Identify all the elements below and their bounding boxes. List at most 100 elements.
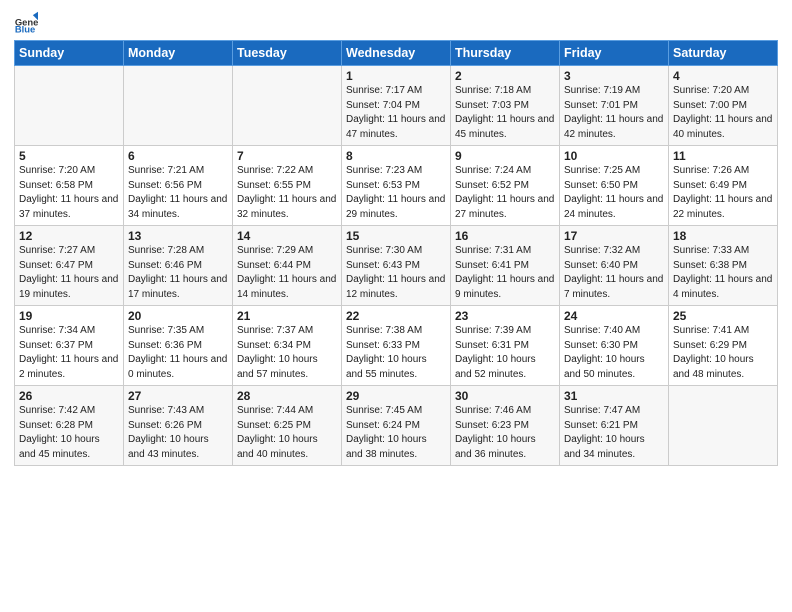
- day-info: Sunrise: 7:19 AMSunset: 7:01 PMDaylight:…: [564, 84, 664, 142]
- day-info: Sunrise: 7:42 AMSunset: 6:28 PMDaylight:…: [19, 404, 119, 462]
- calendar-day-cell: 28Sunrise: 7:44 AMSunset: 6:25 PMDayligh…: [233, 386, 342, 466]
- day-info: Sunrise: 7:43 AMSunset: 6:26 PMDaylight:…: [128, 404, 228, 462]
- calendar-day-cell: 17Sunrise: 7:32 AMSunset: 6:40 PMDayligh…: [560, 226, 669, 306]
- day-number: 31: [564, 389, 664, 403]
- logo: General Blue: [14, 10, 42, 34]
- calendar-day-cell: 7Sunrise: 7:22 AMSunset: 6:55 PMDaylight…: [233, 146, 342, 226]
- calendar-day-cell: 4Sunrise: 7:20 AMSunset: 7:00 PMDaylight…: [669, 66, 778, 146]
- day-info: Sunrise: 7:18 AMSunset: 7:03 PMDaylight:…: [455, 84, 555, 142]
- weekday-header-saturday: Saturday: [669, 41, 778, 66]
- calendar-week-row: 1Sunrise: 7:17 AMSunset: 7:04 PMDaylight…: [15, 66, 778, 146]
- calendar-day-cell: 21Sunrise: 7:37 AMSunset: 6:34 PMDayligh…: [233, 306, 342, 386]
- calendar-day-cell: 19Sunrise: 7:34 AMSunset: 6:37 PMDayligh…: [15, 306, 124, 386]
- day-number: 7: [237, 149, 337, 163]
- calendar-table: SundayMondayTuesdayWednesdayThursdayFrid…: [14, 40, 778, 466]
- calendar-day-cell: 3Sunrise: 7:19 AMSunset: 7:01 PMDaylight…: [560, 66, 669, 146]
- day-info: Sunrise: 7:47 AMSunset: 6:21 PMDaylight:…: [564, 404, 664, 462]
- calendar-day-cell: [124, 66, 233, 146]
- day-info: Sunrise: 7:30 AMSunset: 6:43 PMDaylight:…: [346, 244, 446, 302]
- day-number: 11: [673, 149, 773, 163]
- day-number: 27: [128, 389, 228, 403]
- day-number: 22: [346, 309, 446, 323]
- calendar-day-cell: 30Sunrise: 7:46 AMSunset: 6:23 PMDayligh…: [451, 386, 560, 466]
- day-number: 25: [673, 309, 773, 323]
- day-info: Sunrise: 7:27 AMSunset: 6:47 PMDaylight:…: [19, 244, 119, 302]
- calendar-day-cell: [669, 386, 778, 466]
- day-info: Sunrise: 7:17 AMSunset: 7:04 PMDaylight:…: [346, 84, 446, 142]
- day-info: Sunrise: 7:29 AMSunset: 6:44 PMDaylight:…: [237, 244, 337, 302]
- weekday-header-wednesday: Wednesday: [342, 41, 451, 66]
- weekday-header-sunday: Sunday: [15, 41, 124, 66]
- day-number: 10: [564, 149, 664, 163]
- day-info: Sunrise: 7:24 AMSunset: 6:52 PMDaylight:…: [455, 164, 555, 222]
- calendar-week-row: 12Sunrise: 7:27 AMSunset: 6:47 PMDayligh…: [15, 226, 778, 306]
- day-number: 13: [128, 229, 228, 243]
- day-info: Sunrise: 7:26 AMSunset: 6:49 PMDaylight:…: [673, 164, 773, 222]
- logo-icon: General Blue: [14, 10, 38, 34]
- day-info: Sunrise: 7:38 AMSunset: 6:33 PMDaylight:…: [346, 324, 446, 382]
- day-number: 3: [564, 69, 664, 83]
- calendar-day-cell: 25Sunrise: 7:41 AMSunset: 6:29 PMDayligh…: [669, 306, 778, 386]
- calendar-day-cell: 12Sunrise: 7:27 AMSunset: 6:47 PMDayligh…: [15, 226, 124, 306]
- calendar-day-cell: [233, 66, 342, 146]
- page-container: General Blue SundayMondayTuesdayWednesda…: [0, 0, 792, 474]
- day-info: Sunrise: 7:41 AMSunset: 6:29 PMDaylight:…: [673, 324, 773, 382]
- day-info: Sunrise: 7:39 AMSunset: 6:31 PMDaylight:…: [455, 324, 555, 382]
- calendar-day-cell: 9Sunrise: 7:24 AMSunset: 6:52 PMDaylight…: [451, 146, 560, 226]
- calendar-day-cell: 6Sunrise: 7:21 AMSunset: 6:56 PMDaylight…: [124, 146, 233, 226]
- calendar-day-cell: 18Sunrise: 7:33 AMSunset: 6:38 PMDayligh…: [669, 226, 778, 306]
- day-info: Sunrise: 7:32 AMSunset: 6:40 PMDaylight:…: [564, 244, 664, 302]
- day-number: 19: [19, 309, 119, 323]
- calendar-week-row: 26Sunrise: 7:42 AMSunset: 6:28 PMDayligh…: [15, 386, 778, 466]
- day-info: Sunrise: 7:20 AMSunset: 6:58 PMDaylight:…: [19, 164, 119, 222]
- day-number: 21: [237, 309, 337, 323]
- day-info: Sunrise: 7:40 AMSunset: 6:30 PMDaylight:…: [564, 324, 664, 382]
- calendar-day-cell: 27Sunrise: 7:43 AMSunset: 6:26 PMDayligh…: [124, 386, 233, 466]
- calendar-day-cell: 1Sunrise: 7:17 AMSunset: 7:04 PMDaylight…: [342, 66, 451, 146]
- calendar-day-cell: 2Sunrise: 7:18 AMSunset: 7:03 PMDaylight…: [451, 66, 560, 146]
- calendar-day-cell: 24Sunrise: 7:40 AMSunset: 6:30 PMDayligh…: [560, 306, 669, 386]
- day-number: 2: [455, 69, 555, 83]
- day-info: Sunrise: 7:45 AMSunset: 6:24 PMDaylight:…: [346, 404, 446, 462]
- day-info: Sunrise: 7:44 AMSunset: 6:25 PMDaylight:…: [237, 404, 337, 462]
- day-number: 28: [237, 389, 337, 403]
- calendar-day-cell: 14Sunrise: 7:29 AMSunset: 6:44 PMDayligh…: [233, 226, 342, 306]
- calendar-day-cell: 23Sunrise: 7:39 AMSunset: 6:31 PMDayligh…: [451, 306, 560, 386]
- calendar-week-row: 19Sunrise: 7:34 AMSunset: 6:37 PMDayligh…: [15, 306, 778, 386]
- day-number: 9: [455, 149, 555, 163]
- day-number: 20: [128, 309, 228, 323]
- calendar-day-cell: 26Sunrise: 7:42 AMSunset: 6:28 PMDayligh…: [15, 386, 124, 466]
- weekday-header-row: SundayMondayTuesdayWednesdayThursdayFrid…: [15, 41, 778, 66]
- weekday-header-thursday: Thursday: [451, 41, 560, 66]
- day-info: Sunrise: 7:28 AMSunset: 6:46 PMDaylight:…: [128, 244, 228, 302]
- day-number: 15: [346, 229, 446, 243]
- day-number: 4: [673, 69, 773, 83]
- svg-text:Blue: Blue: [15, 23, 35, 34]
- weekday-header-tuesday: Tuesday: [233, 41, 342, 66]
- day-number: 14: [237, 229, 337, 243]
- day-info: Sunrise: 7:22 AMSunset: 6:55 PMDaylight:…: [237, 164, 337, 222]
- day-number: 1: [346, 69, 446, 83]
- day-number: 23: [455, 309, 555, 323]
- day-number: 29: [346, 389, 446, 403]
- day-number: 26: [19, 389, 119, 403]
- day-number: 24: [564, 309, 664, 323]
- day-info: Sunrise: 7:34 AMSunset: 6:37 PMDaylight:…: [19, 324, 119, 382]
- day-number: 18: [673, 229, 773, 243]
- day-number: 16: [455, 229, 555, 243]
- calendar-day-cell: 15Sunrise: 7:30 AMSunset: 6:43 PMDayligh…: [342, 226, 451, 306]
- calendar-day-cell: 31Sunrise: 7:47 AMSunset: 6:21 PMDayligh…: [560, 386, 669, 466]
- calendar-day-cell: 8Sunrise: 7:23 AMSunset: 6:53 PMDaylight…: [342, 146, 451, 226]
- calendar-day-cell: 13Sunrise: 7:28 AMSunset: 6:46 PMDayligh…: [124, 226, 233, 306]
- calendar-week-row: 5Sunrise: 7:20 AMSunset: 6:58 PMDaylight…: [15, 146, 778, 226]
- day-number: 30: [455, 389, 555, 403]
- day-number: 8: [346, 149, 446, 163]
- day-info: Sunrise: 7:33 AMSunset: 6:38 PMDaylight:…: [673, 244, 773, 302]
- calendar-day-cell: 29Sunrise: 7:45 AMSunset: 6:24 PMDayligh…: [342, 386, 451, 466]
- calendar-day-cell: 20Sunrise: 7:35 AMSunset: 6:36 PMDayligh…: [124, 306, 233, 386]
- day-number: 17: [564, 229, 664, 243]
- calendar-day-cell: 5Sunrise: 7:20 AMSunset: 6:58 PMDaylight…: [15, 146, 124, 226]
- day-info: Sunrise: 7:37 AMSunset: 6:34 PMDaylight:…: [237, 324, 337, 382]
- calendar-day-cell: 22Sunrise: 7:38 AMSunset: 6:33 PMDayligh…: [342, 306, 451, 386]
- calendar-day-cell: 11Sunrise: 7:26 AMSunset: 6:49 PMDayligh…: [669, 146, 778, 226]
